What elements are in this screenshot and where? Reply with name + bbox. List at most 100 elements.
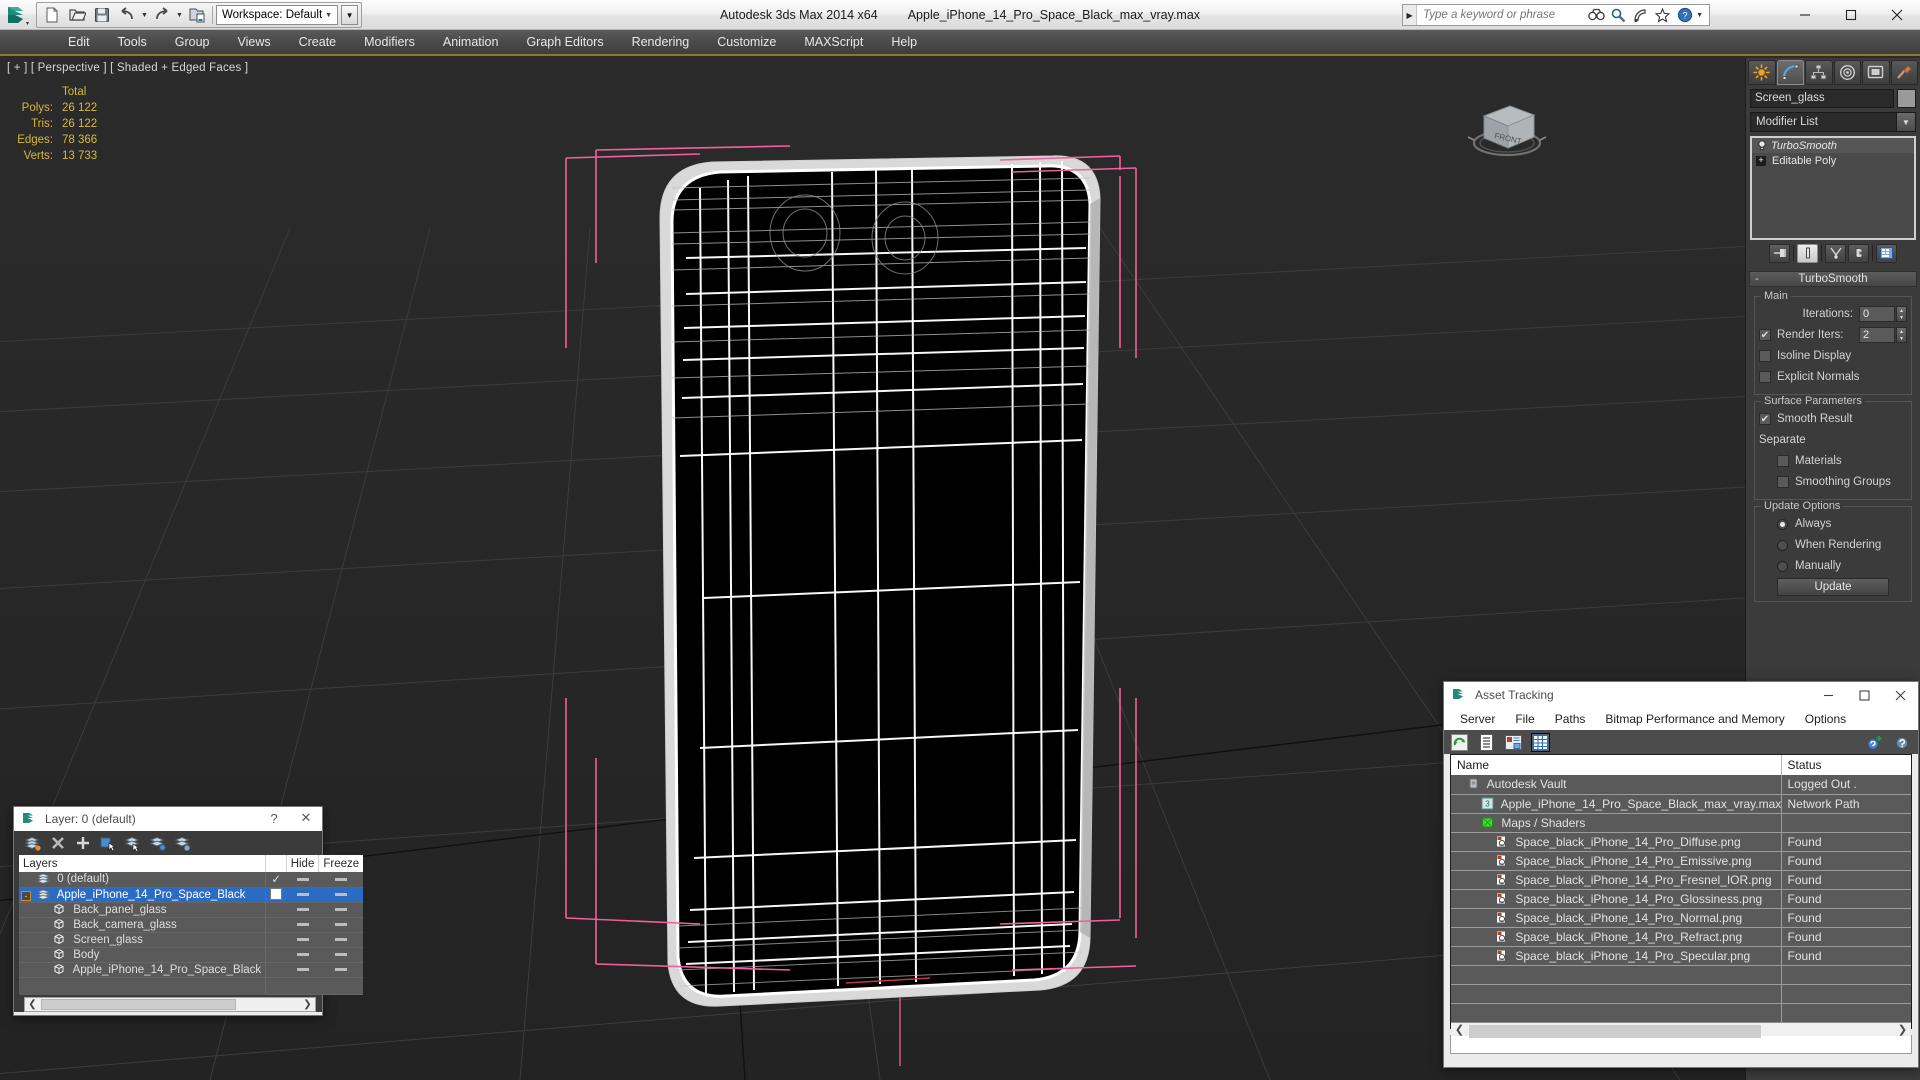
menu-rendering[interactable]: Rendering [618,29,704,55]
asset-row[interactable]: Space_black_iPhone_14_Pro_Emissive.png F… [1451,851,1911,871]
minimize-button[interactable] [1782,0,1828,30]
magnifier-icon[interactable] [1610,6,1627,24]
maximize-button[interactable] [1828,0,1874,30]
asset-col-name[interactable]: Name [1451,755,1782,775]
menu-customize[interactable]: Customize [703,29,790,55]
create-tab[interactable] [1748,60,1776,85]
layer-hide-cell[interactable] [286,932,319,948]
hierarchy-tab[interactable] [1805,60,1833,85]
make-unique-icon[interactable] [1825,243,1846,263]
asset-menu-server[interactable]: Server [1450,708,1505,730]
close-button[interactable] [1874,0,1920,30]
menu-maxscript[interactable]: MAXScript [790,29,877,55]
asset-menu-paths[interactable]: Paths [1545,708,1596,730]
list-view-icon[interactable] [1477,733,1496,752]
layer-freeze-cell[interactable] [318,872,364,888]
workspace-combo[interactable]: Workspace: Default ▼ [216,5,339,25]
asset-horizontal-scrollbar[interactable]: ❮ ❯ [1451,1022,1911,1038]
asset-row[interactable]: 3 Apple_iPhone_14_Pro_Space_Black_max_vr… [1451,794,1911,814]
update-manually-radio[interactable] [1777,560,1788,572]
explicit-normals-checkbox[interactable] [1759,371,1771,383]
workspace-dropdown-icon[interactable]: ▼ [322,12,335,19]
modifier-stack-item-editable-poly[interactable]: + Editable Poly [1752,153,1914,168]
viewport-label[interactable]: [ + ] [ Perspective ] [ Shaded + Edged F… [7,62,248,74]
asset-tracking-window[interactable]: Asset Tracking Server File Paths Bitmap … [1443,681,1919,1068]
isoline-display-row[interactable]: Isoline Display [1759,347,1907,365]
help-dropdown-icon[interactable]: ▼ [1696,12,1703,19]
layer-dialog-close-button[interactable]: ✕ [290,806,322,830]
help-icon[interactable]: ? [1676,6,1693,24]
select-highlighted-objects-icon[interactable] [125,835,141,851]
search-expand-icon[interactable]: ▶ [1403,5,1418,25]
smooth-result-row[interactable]: ✔ Smooth Result [1759,410,1907,428]
collapse-expander-icon[interactable]: - [21,890,31,901]
search-input[interactable] [1417,5,1583,25]
layer-current-cell[interactable] [265,962,287,978]
layer-row[interactable]: Body [19,947,364,963]
asset-row[interactable]: Space_black_iPhone_14_Pro_Glossiness.png… [1451,889,1911,909]
object-color-swatch[interactable] [1897,89,1916,108]
display-tab[interactable] [1862,60,1890,85]
asset-row[interactable]: Space_black_iPhone_14_Pro_Refract.png Fo… [1451,927,1911,947]
configure-modifier-sets-icon[interactable] [1876,243,1897,263]
menu-tools[interactable]: Tools [104,29,161,55]
layer-hide-cell[interactable] [286,872,319,888]
layer-current-cell[interactable] [265,902,287,918]
highlight-selected-objects-icon[interactable] [150,835,166,851]
layer-freeze-cell[interactable] [318,887,364,903]
search-box[interactable]: ▶ ? ▼ [1402,4,1710,26]
scroll-left-icon[interactable]: ❮ [25,999,40,1010]
workspace-menu-icon[interactable]: ▼ [341,5,359,25]
redo-icon[interactable] [150,4,174,26]
render-iters-field[interactable]: 2 [1859,327,1895,343]
menu-views[interactable]: Views [223,29,284,55]
update-when-rendering-radio[interactable] [1777,539,1788,551]
modify-tab[interactable] [1776,60,1804,85]
layer-current-cell[interactable] [265,947,287,963]
add-selection-to-layer-icon[interactable] [75,835,91,851]
layer-row[interactable]: Back_camera_glass [19,917,364,933]
separate-materials-row[interactable]: Materials [1759,452,1907,470]
layer-horizontal-scrollbar[interactable]: ❮ ❯ [24,996,316,1012]
layer-col-hide[interactable]: Hide [286,855,320,872]
menu-edit[interactable]: Edit [54,29,104,55]
asset-list[interactable]: Name Status Autodesk Vault Logged Out . [1450,754,1912,1038]
layer-hide-cell[interactable] [286,887,319,903]
asset-row[interactable]: Maps / Shaders [1451,813,1911,833]
layer-row[interactable]: Back_panel_glass [19,902,364,918]
modifier-list-combo[interactable]: Modifier List ▼ [1750,112,1916,132]
asset-maximize-button[interactable] [1846,682,1882,708]
layer-freeze-cell[interactable] [318,947,364,963]
menu-animation[interactable]: Animation [429,29,513,55]
show-end-result-icon[interactable] [1797,243,1818,263]
update-always-radio[interactable] [1777,518,1788,530]
utilities-tab[interactable] [1890,60,1918,85]
app-logo-icon[interactable] [4,2,30,28]
layer-freeze-cell[interactable] [318,932,364,948]
viewcube[interactable]: FRONT [1460,88,1555,168]
search-icon[interactable] [1588,6,1605,24]
layer-current-cell[interactable] [265,887,287,903]
layer-table[interactable]: Layers Hide Freeze 0 (default) ✓ - Apple… [19,855,364,995]
grid-view-icon[interactable] [1531,732,1550,752]
smooth-result-checkbox[interactable]: ✔ [1759,413,1771,425]
select-objects-in-layer-icon[interactable] [100,835,116,851]
layer-col-current[interactable] [265,855,287,872]
scroll-left-icon[interactable]: ❮ [1451,1023,1468,1036]
isoline-display-checkbox[interactable] [1759,350,1771,362]
rollout-header[interactable]: - TurboSmooth [1749,271,1917,287]
undo-dropdown-icon[interactable]: ▼ [140,4,149,26]
layer-current-cell[interactable]: ✓ [265,872,287,888]
asset-tracking-titlebar[interactable]: Asset Tracking [1444,682,1918,708]
layer-current-cell[interactable] [265,932,287,948]
scroll-right-icon[interactable]: ❯ [1894,1023,1911,1036]
layer-hide-cell[interactable] [286,947,319,963]
asset-minimize-button[interactable] [1810,682,1846,708]
asset-menu-bitmap-performance[interactable]: Bitmap Performance and Memory [1595,708,1794,730]
scroll-thumb[interactable] [41,998,236,1010]
motion-tab[interactable] [1833,60,1861,85]
object-name-field[interactable]: Screen_glass [1750,89,1894,108]
iterations-spinner[interactable]: ▲ ▼ [1896,306,1907,322]
separate-smoothing-groups-checkbox[interactable] [1777,476,1789,488]
asset-row[interactable]: Space_black_iPhone_14_Pro_Normal.png Fou… [1451,908,1911,928]
